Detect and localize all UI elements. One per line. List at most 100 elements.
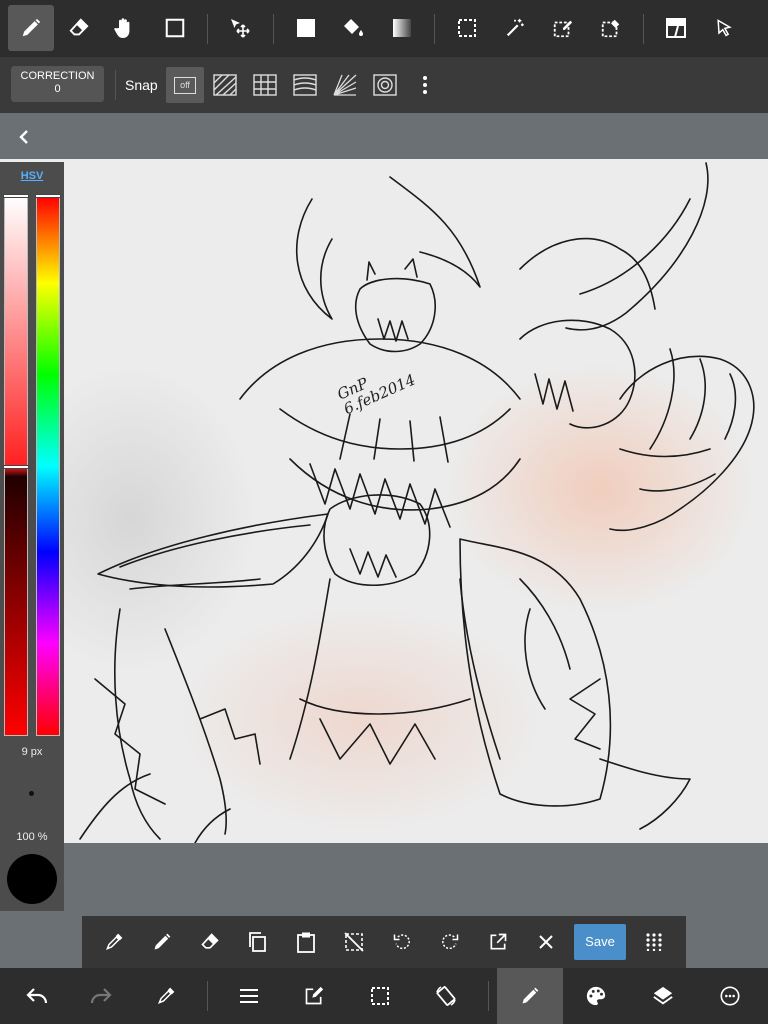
paste-icon <box>296 931 316 953</box>
tool-options-bar: CORRECTION 0 Snap off <box>0 57 768 113</box>
opacity-label: 100 % <box>16 831 48 843</box>
fill-color-button[interactable] <box>283 5 329 51</box>
bottom-toolbar <box>0 968 768 1024</box>
fill-square-icon <box>296 18 316 38</box>
palette-button[interactable] <box>563 968 629 1024</box>
pen-icon <box>20 17 42 39</box>
palette-icon <box>585 985 607 1007</box>
snap-radial-button[interactable] <box>326 67 364 103</box>
select-eraser-icon <box>600 17 622 39</box>
action-rotate-left-button[interactable] <box>388 928 416 956</box>
pointer-button[interactable] <box>701 5 747 51</box>
correction-button[interactable]: CORRECTION 0 <box>11 66 104 102</box>
action-eyedropper-button[interactable] <box>100 928 128 956</box>
rotate-canvas-button[interactable] <box>413 968 479 1024</box>
rectangle-tool-button[interactable] <box>152 5 198 51</box>
snap-off-button[interactable]: off <box>166 67 204 103</box>
frame-divider-button[interactable] <box>653 5 699 51</box>
select-rect-button[interactable] <box>444 5 490 51</box>
move-transform-icon <box>228 16 252 40</box>
color-panel: HSV 9 px 100 % <box>0 162 64 911</box>
snap-grid-button[interactable] <box>246 67 284 103</box>
snap-label: Snap <box>125 77 158 93</box>
selection-button[interactable] <box>347 968 413 1024</box>
chevron-left-icon <box>18 129 30 145</box>
eraser-icon <box>68 17 90 39</box>
parallel-snap-icon <box>213 74 237 96</box>
brush-button[interactable] <box>497 968 563 1024</box>
rotate-canvas-icon <box>434 984 458 1008</box>
toolbar-divider <box>434 14 435 44</box>
bucket-tool-button[interactable] <box>330 5 376 51</box>
action-deselect-button[interactable] <box>340 928 368 956</box>
hand-icon <box>112 16 136 40</box>
snap-divider <box>115 70 116 100</box>
action-grid-menu-button[interactable] <box>640 928 668 956</box>
hue-slider[interactable] <box>35 194 61 736</box>
hsv-tab[interactable]: HSV <box>0 170 64 182</box>
settings-button[interactable] <box>697 968 763 1024</box>
value-slider-top-handle[interactable] <box>3 194 29 198</box>
eyedropper-icon <box>156 986 176 1006</box>
layers-button[interactable] <box>630 968 696 1024</box>
rotate-right-icon <box>440 932 460 952</box>
bottom-divider <box>488 981 489 1011</box>
snap-curve-button[interactable] <box>286 67 324 103</box>
action-pen-button[interactable] <box>148 928 176 956</box>
deselect-icon <box>344 932 364 952</box>
redo-button[interactable] <box>68 968 134 1024</box>
selection-action-bar: Save <box>82 916 686 968</box>
menu-icon <box>239 988 259 1004</box>
eraser-tool-button[interactable] <box>56 5 102 51</box>
drawing-canvas[interactable]: GnP 6.feb2014 <box>0 159 768 843</box>
value-slider[interactable] <box>3 194 29 736</box>
frame-divider-icon <box>665 17 687 39</box>
action-transform-button[interactable] <box>484 928 512 956</box>
more-options-button[interactable] <box>406 67 444 103</box>
select-rect-icon <box>456 17 478 39</box>
curve-snap-icon <box>293 74 317 96</box>
select-pen-button[interactable] <box>540 5 586 51</box>
selection-icon <box>370 986 390 1006</box>
collapse-panel-button[interactable] <box>10 123 38 151</box>
brush-preview-dot <box>29 791 34 796</box>
pen-tool-button[interactable] <box>8 5 54 51</box>
snap-parallel-button[interactable] <box>206 67 244 103</box>
select-eraser-button[interactable] <box>588 5 634 51</box>
rectangle-icon <box>164 17 186 39</box>
magic-wand-button[interactable] <box>492 5 538 51</box>
action-cancel-button[interactable] <box>532 928 560 956</box>
action-rotate-right-button[interactable] <box>436 928 464 956</box>
brush-size-label: 9 px <box>21 746 43 758</box>
edit-button[interactable] <box>281 968 347 1024</box>
transform-icon <box>488 932 508 952</box>
correction-value: 0 <box>54 83 61 95</box>
save-button[interactable]: Save <box>574 924 626 960</box>
undo-button[interactable] <box>4 968 70 1024</box>
hue-slider-handle[interactable] <box>35 194 61 198</box>
value-slider-handle[interactable] <box>3 465 29 469</box>
top-toolbar <box>0 0 768 57</box>
action-eraser-button[interactable] <box>196 928 224 956</box>
line-art-sketch <box>79 162 755 843</box>
current-color-swatch[interactable] <box>7 854 57 904</box>
gradient-tool-button[interactable] <box>379 5 425 51</box>
pen-icon <box>152 932 172 952</box>
brush-icon <box>520 986 540 1006</box>
move-tool-button[interactable] <box>217 5 263 51</box>
snap-off-icon: off <box>174 76 196 94</box>
eyedropper-icon <box>104 932 124 952</box>
menu-button[interactable] <box>216 968 282 1024</box>
eyedropper-button[interactable] <box>133 968 199 1024</box>
hand-tool-button[interactable] <box>101 5 147 51</box>
action-paste-button[interactable] <box>292 928 320 956</box>
eraser-icon <box>200 932 220 952</box>
grid-dots-icon <box>646 933 662 951</box>
action-copy-button[interactable] <box>243 928 271 956</box>
rotate-left-icon <box>392 932 412 952</box>
bottom-divider <box>207 981 208 1011</box>
redo-icon <box>90 987 112 1005</box>
close-icon <box>538 934 554 950</box>
snap-circle-button[interactable] <box>366 67 404 103</box>
toolbar-divider <box>207 14 208 44</box>
